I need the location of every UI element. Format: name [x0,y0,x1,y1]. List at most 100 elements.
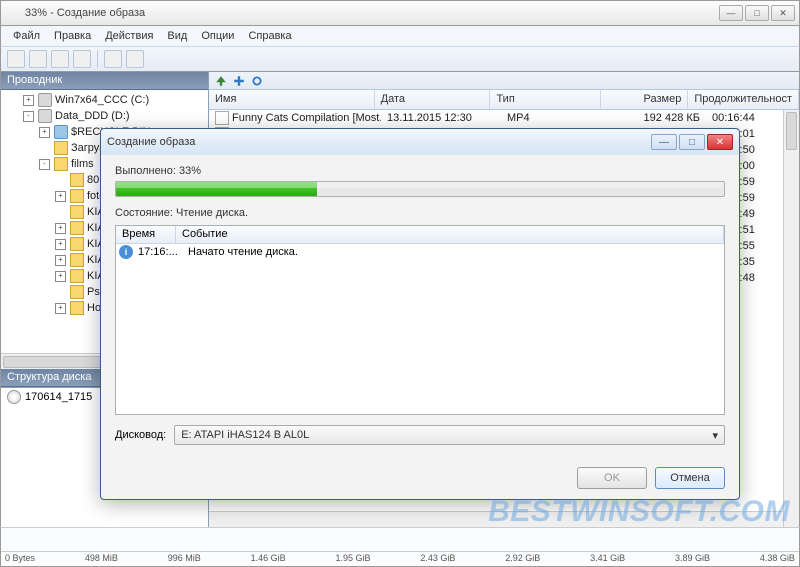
folder-icon [70,221,84,235]
expander-icon[interactable]: + [55,255,66,266]
col-event[interactable]: Событие [176,226,724,243]
v-scrollbar[interactable] [783,110,799,527]
folder-icon [70,237,84,251]
timeline-tick: 1.46 GiB [251,553,286,563]
file-row[interactable]: Funny Cats Compilation [Most...13.11.201… [209,110,799,126]
disc-icon [7,390,21,404]
timeline-tick: 996 MiB [168,553,201,563]
timeline-tick: 3.41 GiB [590,553,625,563]
col-time[interactable]: Время [116,226,176,243]
dialog-title-bar[interactable]: Создание образа — □ ✕ [101,129,739,155]
expander-icon[interactable] [55,287,66,298]
event-time: 17:16:... [136,246,182,258]
timeline-tick: 3.89 GiB [675,553,710,563]
toolbar-button[interactable] [29,50,47,68]
dialog-window-controls: — □ ✕ [651,134,733,150]
event-text: Начато чтение диска. [182,246,724,258]
col-size[interactable]: Размер [601,90,688,109]
timeline-tick: 498 MiB [85,553,118,563]
folder-icon [70,173,84,187]
expander-icon[interactable]: - [23,111,34,122]
close-button[interactable]: ✕ [771,5,795,21]
drive-icon [38,93,52,107]
info-icon: i [119,245,133,259]
dialog-maximize-button[interactable]: □ [679,134,705,150]
toolbar-button[interactable] [7,50,25,68]
drive-combo[interactable]: E: ATAPI iHAS124 B AL0L ▾ [174,425,725,445]
refresh-icon[interactable] [251,75,263,87]
folder-icon [70,269,84,283]
expander-icon[interactable] [55,207,66,218]
expander-icon[interactable] [39,143,50,154]
drive-value: E: ATAPI iHAS124 B AL0L [181,429,309,441]
col-date[interactable]: Дата [375,90,491,109]
menu-file[interactable]: Файл [7,28,46,44]
timeline-labels: 0 Bytes498 MiB996 MiB1.46 GiB1.95 GiB2.4… [1,552,799,564]
expander-icon[interactable]: + [55,223,66,234]
dialog-title: Создание образа [107,136,651,148]
menu-help[interactable]: Справка [242,28,297,44]
col-type[interactable]: Тип [490,90,601,109]
expander-icon[interactable]: + [55,239,66,250]
progress-shine [116,182,724,188]
timeline-tick: 2.43 GiB [420,553,455,563]
minimize-button[interactable]: — [719,5,743,21]
scrollbar-thumb[interactable] [3,356,113,368]
file-list-header: Имя Дата Тип Размер Продолжительност [209,90,799,110]
folder-icon [70,285,84,299]
folder-icon [70,205,84,219]
file-name: Funny Cats Compilation [Most... [209,111,381,125]
expander-icon[interactable]: + [39,127,50,138]
timeline-bar [1,528,799,552]
toolbar-button[interactable] [73,50,91,68]
toolbar-sep [97,50,98,68]
menu-view[interactable]: Вид [161,28,193,44]
cancel-button[interactable]: Отмена [655,467,725,489]
timeline: 0 Bytes498 MiB996 MiB1.46 GiB1.95 GiB2.4… [0,527,800,567]
event-list-header: Время Событие [116,226,724,244]
toolbar-button[interactable] [104,50,122,68]
rec-icon [54,125,68,139]
right-toolbar [209,72,799,90]
menu-edit[interactable]: Правка [48,28,97,44]
progress-bar [115,181,725,197]
dialog-body: Выполнено: 33% Состояние: Чтение диска. … [101,155,739,455]
expander-icon[interactable] [55,175,66,186]
dialog-buttons: OK Отмена [577,467,725,489]
folder-icon [54,141,68,155]
timeline-tick: 4.38 GiB [760,553,795,563]
file-date: 13.11.2015 12:30 [381,112,501,124]
arrow-up-icon[interactable] [215,75,227,87]
dialog-close-button[interactable]: ✕ [707,134,733,150]
state-label: Состояние: Чтение диска. [115,207,725,219]
file-type: MP4 [501,112,616,124]
toolbar-button[interactable] [51,50,69,68]
progress-label: Выполнено: 33% [115,165,725,177]
tree-node[interactable]: -Data_DDD (D:) [1,108,208,124]
event-row: i17:16:...Начато чтение диска. [116,244,724,260]
expander-icon[interactable]: + [55,271,66,282]
disc-label: 170614_1715 [25,391,92,403]
event-rows: i17:16:...Начато чтение диска. [116,244,724,260]
expander-icon[interactable]: - [39,159,50,170]
ok-button[interactable]: OK [577,467,647,489]
maximize-button[interactable]: □ [745,5,769,21]
dialog-minimize-button[interactable]: — [651,134,677,150]
col-name[interactable]: Имя [209,90,375,109]
drive-label: Дисковод: [115,429,166,441]
expander-icon[interactable]: + [55,191,66,202]
expander-icon[interactable]: + [55,303,66,314]
menu-actions[interactable]: Действия [99,28,159,44]
menu-options[interactable]: Опции [195,28,240,44]
toolbar-button[interactable] [126,50,144,68]
expander-icon[interactable]: + [23,95,34,106]
menu-bar: Файл Правка Действия Вид Опции Справка [0,26,800,46]
file-size: 192 428 КБ [616,112,706,124]
tree-node[interactable]: +Win7x64_CCC (C:) [1,92,208,108]
col-dur[interactable]: Продолжительност [688,90,799,109]
scrollbar-thumb[interactable] [786,112,797,150]
toolbar [0,46,800,72]
event-list: Время Событие i17:16:...Начато чтение ди… [115,225,725,415]
add-icon[interactable] [233,75,245,87]
tree-label: films [71,158,94,170]
